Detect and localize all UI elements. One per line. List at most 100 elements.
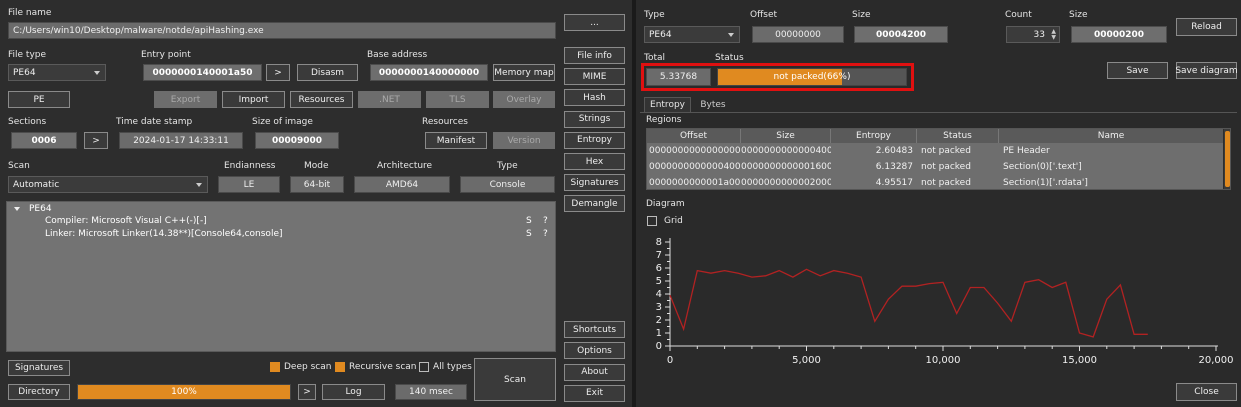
side-button-exit[interactable]: Exit (564, 384, 625, 402)
all-types-checkbox[interactable] (419, 362, 429, 372)
chevron-down-icon (728, 32, 734, 37)
reload-button[interactable]: Reload (1176, 18, 1237, 36)
count-spinbox[interactable]: 33 ▲ ▼ (1006, 26, 1060, 43)
diagram-label: Diagram (646, 199, 685, 209)
regions-label: Regions (646, 115, 682, 125)
col-status[interactable]: Status (917, 129, 999, 143)
regions-table[interactable]: Offset Size Entropy Status Name 00000000… (646, 128, 1231, 190)
type-label: Type (644, 10, 665, 20)
deep-scan-checkbox[interactable] (270, 362, 280, 372)
base-address-label: Base address (367, 50, 428, 60)
side-button-entropy[interactable]: Entropy (564, 131, 625, 149)
entropy-type-select[interactable]: PE64 (644, 26, 740, 43)
spin-down-icon[interactable]: ▼ (1051, 35, 1056, 41)
side-button-signatures[interactable]: Signatures (564, 174, 625, 192)
pe-button[interactable]: PE (8, 91, 70, 108)
entry-point-button[interactable]: > (266, 64, 290, 81)
table-body: 0000000000000000 0000000000000400 2.60483 n… (647, 143, 1223, 189)
table-scrollbar[interactable] (1224, 129, 1230, 189)
signatures-button[interactable]: Signatures (8, 360, 70, 376)
table-cell: PE Header (1003, 146, 1050, 156)
col-size[interactable]: Size (741, 129, 831, 143)
disasm-button[interactable]: Disasm (297, 64, 358, 81)
mode-value: 64-bit (290, 176, 344, 193)
y-tick-label: 1 (656, 328, 662, 339)
type-value: Console (460, 176, 555, 193)
table-cell: 0000000000001600 (741, 162, 831, 172)
x-tick-label: 5,000 (792, 355, 821, 366)
entry-point-label: Entry point (141, 50, 191, 60)
table-cell: not packed (921, 162, 971, 172)
manifest-button[interactable]: Manifest (425, 132, 487, 149)
import-button[interactable]: Import (222, 91, 285, 108)
table-cell: not packed (921, 178, 971, 188)
side-button-strings[interactable]: Strings (564, 110, 625, 128)
file-type-value: PE64 (13, 67, 36, 78)
side-button-about[interactable]: About (564, 363, 625, 381)
net-button[interactable]: .NET (358, 91, 421, 108)
size-label: Size (852, 10, 871, 20)
y-tick-label: 6 (656, 263, 662, 274)
tree-item-q[interactable]: ? (543, 216, 548, 226)
col-name[interactable]: Name (999, 129, 1223, 143)
tree-item[interactable]: Compiler: Microsoft Visual C++(-)[-] (45, 216, 207, 226)
version-button[interactable]: Version (493, 132, 555, 149)
browse-button[interactable]: ... (564, 14, 625, 31)
tab-bytes[interactable]: Bytes (693, 97, 733, 112)
side-button-shortcuts[interactable]: Shortcuts (564, 321, 625, 338)
y-tick-label: 3 (656, 302, 662, 313)
side-button-file-info[interactable]: File info (564, 47, 625, 64)
table-row[interactable]: 0000000000000400 0000000000001600 6.13287 n… (647, 159, 1223, 175)
size-value: 00004200 (854, 26, 948, 43)
side-button-hash[interactable]: Hash (564, 89, 625, 107)
scan-mode-select[interactable]: Automatic (8, 176, 208, 193)
entry-point-value: 0000000140001a50 (143, 64, 262, 81)
overlay-button[interactable]: Overlay (493, 91, 555, 108)
tree-item[interactable]: Linker: Microsoft Linker(14.38**)[Consol… (45, 229, 283, 239)
log-arrow-button[interactable]: > (298, 384, 316, 400)
entropy-chart: 0 1 2 3 4 5 6 7 8 0 5,000 10,000 15,000 20,000 (636, 228, 1241, 378)
export-button[interactable]: Export (154, 91, 217, 108)
grid-checkbox[interactable] (647, 216, 657, 226)
tls-button[interactable]: TLS (426, 91, 489, 108)
scan-button[interactable]: Scan (474, 358, 556, 401)
scan-results-tree[interactable]: PE64 Compiler: Microsoft Visual C++(-)[-… (6, 201, 556, 352)
table-cell: 0000000000001a00 (649, 178, 741, 188)
directory-button[interactable]: Directory (8, 384, 70, 400)
x-tick-label: 10,000 (926, 355, 961, 366)
architecture-value: AMD64 (354, 176, 450, 193)
close-button[interactable]: Close (1176, 383, 1237, 401)
tab-entropy[interactable]: Entropy (644, 97, 691, 112)
tree-item-s[interactable]: S (526, 229, 532, 239)
save-button[interactable]: Save (1107, 62, 1168, 79)
resources-button[interactable]: Resources (290, 91, 353, 108)
memory-map-button[interactable]: Memory map (493, 64, 555, 81)
tree-item-s[interactable]: S (526, 216, 532, 226)
offset-label: Offset (750, 10, 778, 20)
side-button-mime[interactable]: MIME (564, 68, 625, 86)
table-cell: 6.13287 (875, 162, 913, 172)
save-diagram-button[interactable]: Save diagram (1175, 62, 1238, 79)
tree-item-q[interactable]: ? (543, 229, 548, 239)
table-row[interactable]: 0000000000000000 0000000000000400 2.60483 n… (647, 143, 1223, 159)
side-button-demangle[interactable]: Demangle (564, 195, 625, 213)
side-button-options[interactable]: Options (564, 342, 625, 360)
log-button[interactable]: Log (322, 384, 385, 400)
offset-value[interactable]: 00000000 (752, 26, 844, 43)
scan-label: Scan (8, 161, 30, 171)
table-cell: 0000000000000400 (649, 162, 741, 172)
table-cell: Section(1)['.rdata'] (1003, 178, 1088, 188)
scan-time-value: 140 msec (395, 384, 467, 400)
x-tick-label: 0 (667, 355, 673, 366)
expand-arrow-icon[interactable] (14, 207, 20, 211)
col-offset[interactable]: Offset (647, 129, 741, 143)
col-entropy[interactable]: Entropy (831, 129, 917, 143)
table-row[interactable]: 0000000000001a00 0000000000002000 4.95517 n… (647, 175, 1223, 189)
scrollbar-thumb[interactable] (1225, 131, 1230, 187)
file-type-select[interactable]: PE64 (8, 64, 106, 81)
recursive-scan-checkbox[interactable] (335, 362, 345, 372)
side-button-hex[interactable]: Hex (564, 153, 625, 170)
sections-button[interactable]: > (84, 132, 108, 149)
file-name-field[interactable]: C:/Users/win10/Desktop/malware/notde/api… (8, 22, 556, 39)
tree-root-label[interactable]: PE64 (29, 204, 52, 214)
